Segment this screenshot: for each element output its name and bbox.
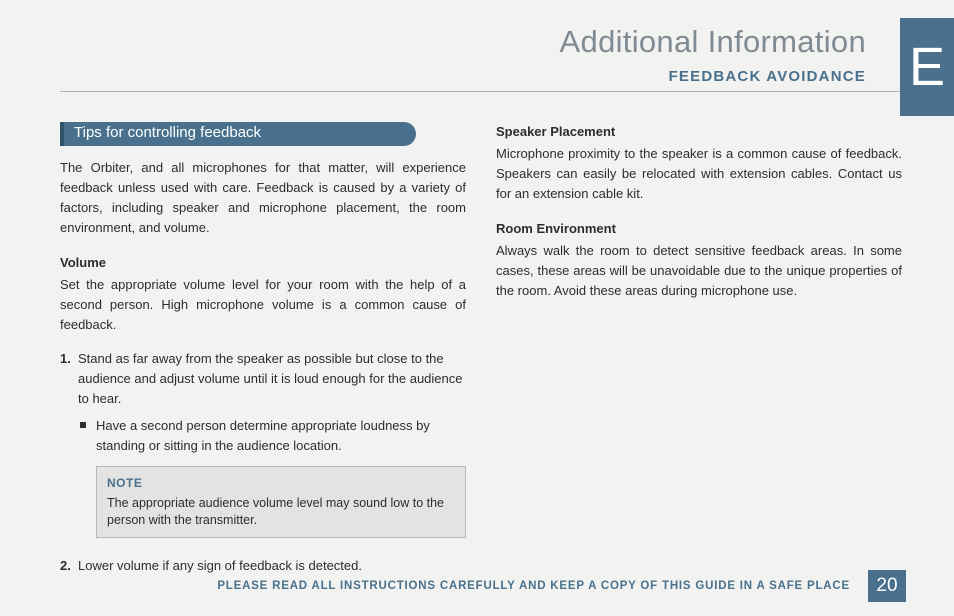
step-1: 1. Stand as far away from the speaker as… — [60, 349, 466, 548]
note-label: NOTE — [107, 475, 455, 491]
content-columns: Tips for controlling feedback The Orbite… — [60, 122, 902, 586]
room-heading: Room Environment — [496, 219, 902, 239]
step-1-content: Stand as far away from the speaker as po… — [78, 349, 466, 548]
section-tab: E — [900, 18, 954, 116]
step-1-text: Stand as far away from the speaker as po… — [78, 351, 463, 406]
intro-paragraph: The Orbiter, and all microphones for tha… — [60, 158, 466, 239]
note-body: The appropriate audience volume level ma… — [107, 496, 444, 527]
tips-heading-bar: Tips for controlling feedback — [60, 122, 466, 146]
tips-heading-text: Tips for controlling feedback — [74, 121, 261, 144]
step-number-1: 1. — [60, 349, 78, 548]
speaker-body: Microphone proximity to the speaker is a… — [496, 144, 902, 204]
volume-heading: Volume — [60, 253, 466, 273]
page-number-value: 20 — [876, 575, 897, 597]
bullet-item: Have a second person determine appropria… — [78, 416, 466, 456]
bullet-icon — [80, 422, 86, 428]
bullet-text: Have a second person determine appropria… — [96, 416, 466, 456]
volume-steps: 1. Stand as far away from the speaker as… — [60, 349, 466, 576]
page-footer: PLEASE READ ALL INSTRUCTIONS CAREFULLY A… — [0, 570, 954, 602]
left-column: Tips for controlling feedback The Orbite… — [60, 122, 466, 586]
volume-intro: Set the appropriate volume level for you… — [60, 275, 466, 335]
note-box: NOTE The appropriate audience volume lev… — [96, 466, 466, 538]
room-body: Always walk the room to detect sensitive… — [496, 241, 902, 301]
step-1-bullets: Have a second person determine appropria… — [78, 416, 466, 456]
right-column: Speaker Placement Microphone proximity t… — [496, 122, 902, 586]
page-title: Additional Information — [60, 24, 866, 60]
footer-text: PLEASE READ ALL INSTRUCTIONS CAREFULLY A… — [60, 580, 850, 592]
page-number: 20 — [868, 570, 906, 602]
section-letter: E — [909, 36, 945, 98]
title-rule — [60, 91, 906, 92]
page-subtitle: FEEDBACK AVOIDANCE — [60, 68, 866, 85]
document-page: E Additional Information FEEDBACK AVOIDA… — [0, 0, 954, 616]
speaker-heading: Speaker Placement — [496, 122, 902, 142]
